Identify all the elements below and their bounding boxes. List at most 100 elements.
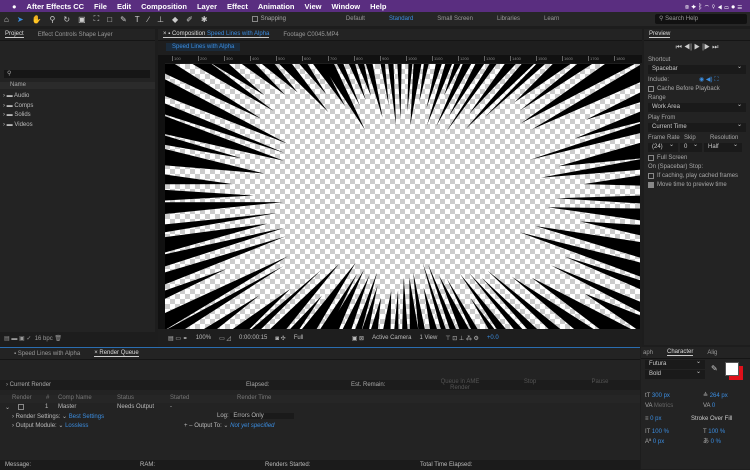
views-dropdown[interactable]: 1 View — [419, 335, 437, 341]
render-button[interactable]: Render — [425, 385, 495, 391]
project-search-input[interactable]: ⚲ — [4, 70, 150, 78]
rectangle-tool-icon[interactable]: □ — [107, 15, 112, 24]
zoom-tool-icon[interactable]: ⚲ — [50, 15, 56, 24]
name-column-header[interactable]: Name — [0, 82, 155, 89]
view-options-icons[interactable]: ⊤ ⊡ ⊥ ⁂ ⚙ — [445, 335, 479, 342]
log-dropdown[interactable]: Errors Only — [230, 413, 295, 419]
frame-rate-dropdown[interactable]: (24) — [648, 141, 678, 152]
viewer-options-icon[interactable]: ▤ ▭ ⚭ — [168, 335, 188, 342]
move-time-checkbox[interactable]: Move time to preview time — [644, 180, 750, 189]
menu-composition[interactable]: Composition — [141, 2, 187, 11]
folder-comps[interactable]: › ▬ Comps — [3, 102, 33, 112]
menu-help[interactable]: Help — [370, 2, 386, 11]
if-caching-checkbox[interactable]: If caching, play cached frames — [644, 171, 750, 180]
workspace-libraries[interactable]: Libraries — [497, 16, 520, 22]
pause-button[interactable]: Pause — [565, 379, 635, 385]
pen-tool-icon[interactable]: ✎ — [120, 15, 127, 24]
fill-color-swatch[interactable] — [725, 362, 739, 376]
menu-layer[interactable]: Layer — [197, 2, 217, 11]
skip-dropdown[interactable]: 0 — [680, 141, 702, 152]
range-dropdown[interactable]: Work Area — [648, 101, 746, 112]
workspace-small-screen[interactable]: Small Screen — [437, 16, 473, 22]
workspace-default[interactable]: Default — [346, 16, 365, 22]
menu-window[interactable]: Window — [331, 2, 360, 11]
pin-tool-icon[interactable]: ✱ — [201, 15, 208, 24]
font-style-dropdown[interactable]: Bold — [645, 368, 705, 379]
tsume-value[interactable]: 0 % — [711, 439, 721, 445]
output-to-link[interactable]: Not yet specified — [230, 423, 274, 429]
hand-tool-icon[interactable]: ✋ — [32, 15, 42, 24]
menu-edit[interactable]: Edit — [117, 2, 131, 11]
home-icon[interactable]: ⌂ — [4, 15, 9, 24]
speed-lines-canvas[interactable] — [165, 64, 640, 329]
workspace-standard[interactable]: Standard — [389, 16, 413, 22]
exposure-value[interactable]: +0.0 — [487, 335, 499, 341]
tab-character[interactable]: Character — [667, 349, 694, 356]
timecode[interactable]: 0:00:00:15 — [239, 335, 267, 341]
menu-effect[interactable]: Effect — [227, 2, 248, 11]
resolution-dropdown[interactable]: Full — [294, 335, 344, 341]
folder-audio[interactable]: › ▬ Audio — [3, 92, 33, 102]
camera-dropdown[interactable]: Active Camera — [372, 335, 411, 341]
full-screen-checkbox[interactable]: Full Screen — [644, 153, 750, 162]
folder-solids[interactable]: › ▬ Solids — [3, 111, 33, 121]
workspace-learn[interactable]: Learn — [544, 16, 559, 22]
stroke-width-value[interactable]: 0 px — [650, 416, 661, 422]
play-from-dropdown[interactable]: Current Time — [648, 121, 746, 132]
apple-icon[interactable]: ● — [12, 2, 17, 11]
type-tool-icon[interactable]: T — [135, 15, 140, 24]
camera-tool-icon[interactable]: ▣ — [78, 15, 86, 24]
tab-paragraph[interactable]: aph — [643, 350, 653, 356]
baseline-value[interactable]: 0 px — [653, 439, 664, 445]
search-help-input[interactable]: ⚲ Search Help — [655, 14, 747, 24]
menu-file[interactable]: File — [94, 2, 107, 11]
menu-animation[interactable]: Animation — [258, 2, 295, 11]
vertical-scale-value[interactable]: 100 % — [652, 429, 669, 435]
tab-preview[interactable]: Preview — [649, 31, 671, 38]
resolution-dropdown[interactable]: Half — [704, 141, 742, 152]
stroke-type-dropdown[interactable]: Stroke Over Fill — [691, 414, 732, 424]
eyedropper-icon[interactable]: ✎ — [711, 364, 718, 373]
bpc-label[interactable]: 16 bpc — [35, 336, 53, 342]
tab-composition[interactable]: × ▪ Composition Speed Lines with Alpha — [163, 31, 270, 38]
snapping-checkbox[interactable] — [251, 16, 258, 22]
stamp-tool-icon[interactable]: ⊥ — [157, 15, 164, 24]
tab-project[interactable]: Project — [5, 31, 24, 38]
folder-videos[interactable]: › ▬ Videos — [3, 121, 33, 131]
tab-effect-controls[interactable]: Effect Controls Shape Layer — [38, 32, 113, 38]
transparency-icon[interactable]: ▣ ⊠ — [352, 335, 364, 342]
queue-item[interactable]: ⌄ 1 Master Needs Output - — [0, 404, 640, 412]
comp-breadcrumb[interactable]: Speed Lines with Alpha — [166, 43, 241, 51]
shortcut-dropdown[interactable]: Spacebar — [648, 63, 746, 74]
app-name[interactable]: After Effects CC — [27, 2, 85, 11]
selection-tool-icon[interactable]: ➤ — [17, 15, 24, 24]
add-output-icon[interactable]: + – — [184, 423, 193, 429]
brush-tool-icon[interactable]: ∕ — [148, 15, 149, 24]
render-settings-link[interactable]: Best Settings — [69, 414, 104, 420]
zoom-dropdown[interactable]: 100% — [196, 335, 211, 341]
leading-value[interactable]: 264 px — [710, 393, 728, 399]
tracking-value[interactable]: 0 — [712, 403, 715, 409]
tab-footage[interactable]: Footage C0045.MP4 — [283, 32, 338, 38]
output-module-link[interactable]: Lossless — [65, 423, 88, 429]
rotate-tool-icon[interactable]: ↻ — [63, 15, 70, 24]
stop-button[interactable]: Stop — [495, 379, 565, 385]
current-render-label[interactable]: › Current Render — [6, 382, 51, 388]
horizontal-scale-value[interactable]: 100 % — [708, 429, 725, 435]
menu-view[interactable]: View — [305, 2, 322, 11]
roto-tool-icon[interactable]: ✐ — [186, 15, 193, 24]
anchor-tool-icon[interactable]: ⛶ — [94, 14, 100, 24]
snapshot-icon[interactable]: ◙ ✣ — [275, 335, 285, 342]
eraser-tool-icon[interactable]: ◆ — [172, 15, 178, 24]
include-icons[interactable]: ◉ ◀) ⛶ — [699, 76, 718, 84]
kerning-value[interactable]: Metrics — [654, 403, 673, 409]
render-checkbox[interactable] — [18, 404, 24, 410]
cache-before-checkbox[interactable]: Cache Before Playback — [644, 84, 750, 93]
font-size-value[interactable]: 300 px — [652, 393, 670, 399]
play-from-label: Play From — [648, 114, 676, 121]
tab-align[interactable]: Alig — [707, 350, 717, 356]
region-icon[interactable]: ▭ ◿ — [219, 335, 231, 342]
tab-speed-lines[interactable]: ▪ Speed Lines with Alpha — [14, 351, 80, 357]
playback-controls[interactable]: ⏮ ◀| ▶ |▶ ⏭ — [644, 44, 750, 52]
tab-render-queue[interactable]: × Render Queue — [94, 350, 139, 357]
